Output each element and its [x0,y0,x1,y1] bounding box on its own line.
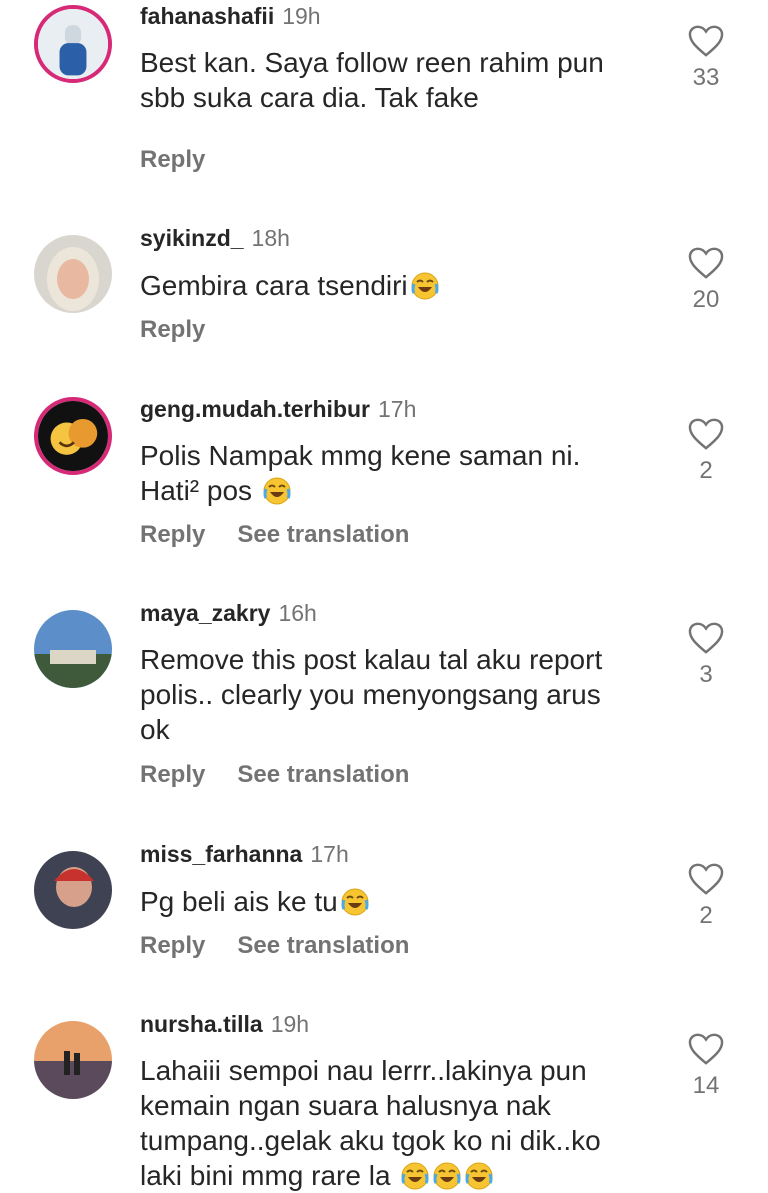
heart-outline-icon[interactable] [684,1032,728,1066]
reply-button[interactable]: Reply [140,761,205,788]
see-translation-button[interactable]: See translation [237,521,409,548]
comment-text-content: Polis Nampak mmg kene saman ni. Hati² po… [140,440,581,506]
comment-meta: maya_zakry 16h [140,599,317,627]
timestamp: 17h [378,396,417,422]
username[interactable]: miss_farhanna [140,841,302,867]
timestamp: 18h [251,225,290,251]
see-translation-button[interactable]: See translation [237,932,409,959]
heart-outline-icon[interactable] [684,417,728,451]
comment-text-content: Gembira cara tsendiri [140,270,408,301]
like-control: 33 [684,24,728,92]
avatar[interactable] [34,5,112,83]
reply-button[interactable]: Reply [140,146,205,173]
username[interactable]: nursha.tilla [140,1011,263,1037]
face-with-tears-of-joy-emoji [400,1161,430,1191]
like-control: 20 [684,246,728,314]
comment-text-content: Pg beli ais ke tu [140,886,338,917]
reply-button[interactable]: Reply [140,316,205,343]
comment-text: Best kan. Saya follow reen rahim pun sbb… [140,47,604,113]
timestamp: 19h [270,1011,310,1037]
like-count: 14 [692,1072,720,1099]
face-with-tears-of-joy-emoji [262,476,292,506]
comment-text: Lahaiii sempoi nau lerrr..lakinya pun ke… [140,1053,660,1193]
avatar[interactable] [34,397,112,475]
timestamp: 16h [278,600,317,626]
like-count: 20 [692,286,720,313]
like-count: 33 [692,64,720,91]
avatar[interactable] [34,235,112,313]
heart-outline-icon[interactable] [684,24,728,58]
face-with-tears-of-joy-emoji [464,1161,494,1191]
comment-meta: geng.mudah.terhibur 17h [140,395,416,423]
comment-text: Gembira cara tsendiri [140,268,660,303]
like-control: 2 [684,417,728,485]
comment-text-content: Lahaiii sempoi nau lerrr..lakinya pun ke… [140,1055,601,1191]
comment-meta: fahanashafii 19h [140,2,321,30]
reply-button[interactable]: Reply [140,521,205,548]
heart-outline-icon[interactable] [684,621,728,655]
like-count: 2 [699,457,713,484]
username[interactable]: maya_zakry [140,600,270,626]
avatar[interactable] [34,610,112,688]
like-control: 14 [684,1032,728,1100]
like-control: 3 [684,621,728,689]
username[interactable]: geng.mudah.terhibur [140,396,370,422]
comment-actions: Reply See translation [140,932,441,960]
like-count: 3 [699,661,713,688]
avatar[interactable] [34,1021,112,1099]
comment-actions: Reply [140,316,237,344]
comment-meta: nursha.tilla 19h [140,1010,309,1038]
heart-outline-icon[interactable] [684,246,728,280]
timestamp: 19h [282,3,321,29]
like-count: 2 [699,902,713,929]
face-with-tears-of-joy-emoji [340,887,370,917]
comment-actions: Reply See translation [140,521,441,549]
timestamp: 17h [310,841,349,867]
like-control: 2 [684,862,728,930]
comment-text: Remove this post kalau tal aku report po… [140,644,603,745]
avatar[interactable] [34,851,112,929]
comment-meta: miss_farhanna 17h [140,840,349,868]
comment-actions: Reply See translation [140,761,441,789]
reply-button[interactable]: Reply [140,932,205,959]
face-with-tears-of-joy-emoji [432,1161,462,1191]
heart-outline-icon[interactable] [684,862,728,896]
comment-actions: Reply [140,146,237,174]
comment-text: Polis Nampak mmg kene saman ni. Hati² po… [140,438,660,508]
username[interactable]: fahanashafii [140,3,274,29]
username[interactable]: syikinzd_ [140,225,244,251]
comment-meta: syikinzd_ 18h [140,224,290,252]
comment-text: Pg beli ais ke tu [140,884,660,919]
see-translation-button[interactable]: See translation [237,761,409,788]
face-with-tears-of-joy-emoji [410,271,440,301]
